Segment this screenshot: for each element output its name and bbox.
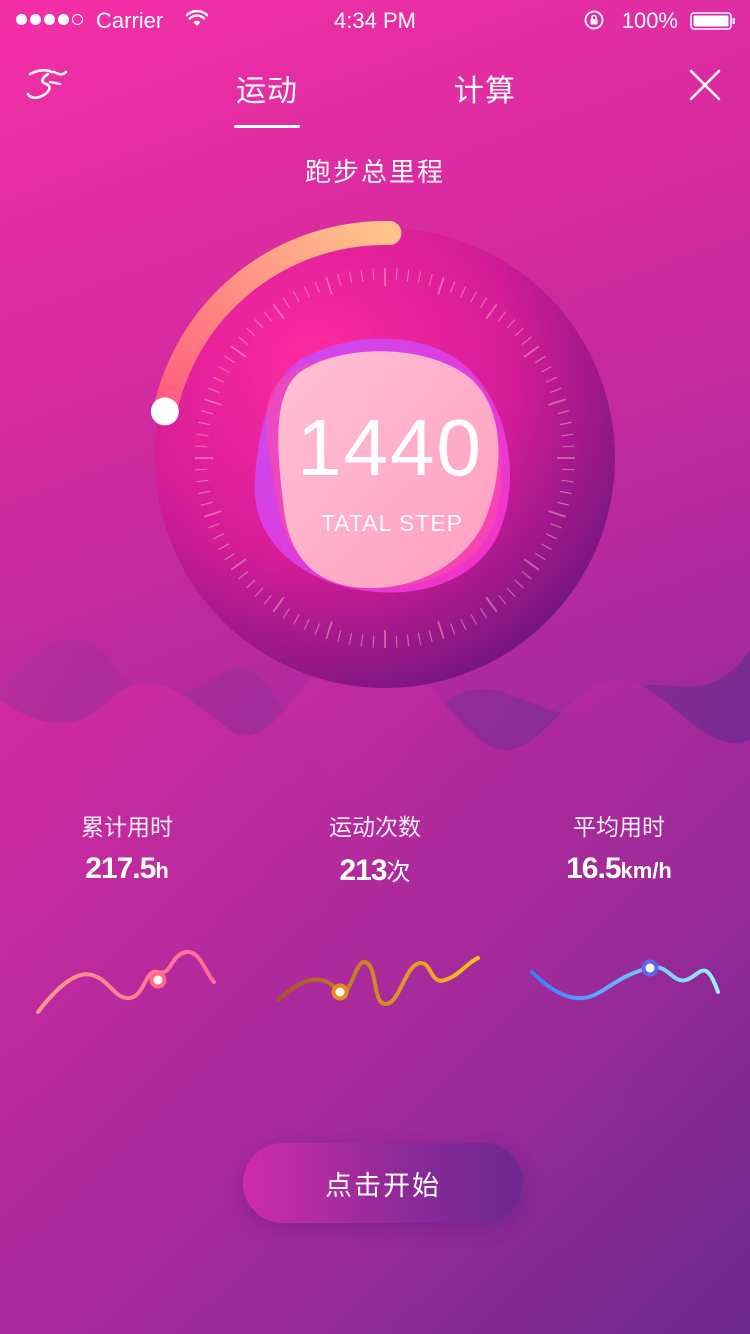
trend-point-sessions [331,983,349,1001]
trend-line-average [530,964,720,1001]
app-screen: Carrier 4:34 PM 100% 运动 计算 跑步总里程 1440 TA… [0,0,750,1334]
start-button[interactable]: 点击开始 [243,1143,523,1223]
trend-line-sessions [276,956,480,1006]
trend-sparklines [36,949,720,1014]
trend-line-total-time [36,949,216,1014]
trend-point-average [641,959,659,977]
trend-point-total-time [149,971,167,989]
